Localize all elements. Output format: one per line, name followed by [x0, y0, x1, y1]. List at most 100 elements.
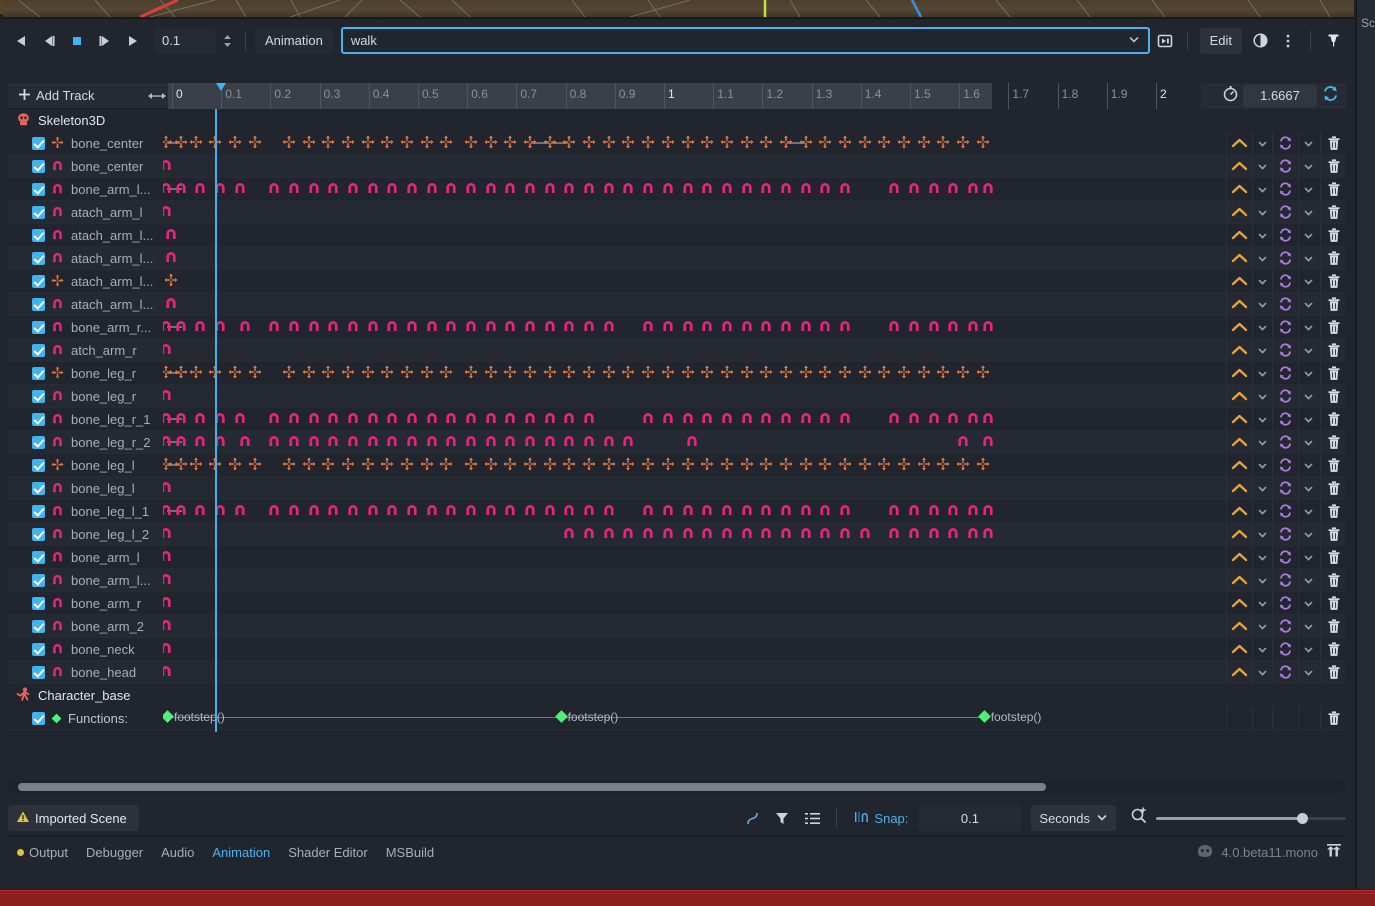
keyframe[interactable]: [287, 411, 303, 427]
trash-icon[interactable]: [1320, 362, 1346, 384]
trash-icon[interactable]: [1320, 224, 1346, 246]
play-backwards-button[interactable]: [8, 28, 34, 54]
track-enabled-checkbox[interactable]: [32, 320, 45, 334]
interpolation-dropdown-chevron-down-icon[interactable]: [1252, 431, 1272, 453]
track-name-cell[interactable]: bone_arm_2: [8, 615, 163, 637]
track-name-cell[interactable]: atach_arm_l...: [8, 224, 163, 246]
keyframe[interactable]: [740, 319, 756, 335]
keyframe[interactable]: [163, 664, 175, 680]
keyframe[interactable]: [759, 526, 775, 542]
keyframe[interactable]: [302, 135, 318, 151]
keyframe[interactable]: [361, 365, 377, 381]
keyframe[interactable]: [887, 181, 903, 197]
keyframe[interactable]: [927, 526, 943, 542]
keyframe[interactable]: [307, 181, 323, 197]
track-keyframe-lane[interactable]: [163, 362, 1226, 384]
track-row[interactable]: bone_center: [8, 155, 1346, 178]
keyframe[interactable]: [956, 135, 972, 151]
keyframe[interactable]: [602, 181, 618, 197]
keyframe[interactable]: [464, 365, 480, 381]
right-dock-panel[interactable]: Sc: [1356, 0, 1375, 889]
trash-icon[interactable]: [1320, 293, 1346, 315]
keyframe[interactable]: [484, 181, 500, 197]
keyframe[interactable]: [981, 181, 997, 197]
interpolation-dropdown-chevron-down-icon[interactable]: [1252, 270, 1272, 292]
keyframe[interactable]: [976, 365, 992, 381]
track-name-cell[interactable]: bone_leg_l_1: [8, 500, 163, 522]
keyframe[interactable]: [267, 434, 283, 450]
keyframe[interactable]: [385, 503, 401, 519]
track-keyframe-lane[interactable]: [163, 132, 1226, 154]
keyframe[interactable]: [661, 181, 677, 197]
track-keyframe-lane[interactable]: [163, 339, 1226, 361]
track-keyframe-lane[interactable]: [163, 316, 1226, 338]
track-keyframe-lane[interactable]: [163, 431, 1226, 453]
keyframe[interactable]: [164, 273, 180, 289]
keyframe[interactable]: [366, 319, 382, 335]
interpolation-linear-icon[interactable]: [1226, 293, 1252, 315]
keyframe[interactable]: [380, 365, 396, 381]
keyframe[interactable]: [779, 457, 795, 473]
track-row[interactable]: bone_leg_l_2: [8, 523, 1346, 546]
keyframe[interactable]: [602, 457, 618, 473]
track-enabled-checkbox[interactable]: [32, 481, 45, 495]
keyframe[interactable]: [602, 434, 618, 450]
loop-wrap-icon[interactable]: [1272, 339, 1298, 361]
keyframe[interactable]: [405, 503, 421, 519]
keyframe[interactable]: [946, 503, 962, 519]
keyframe[interactable]: [818, 503, 834, 519]
loop-wrap-dropdown-chevron-down-icon[interactable]: [1298, 523, 1318, 545]
trash-icon[interactable]: [1320, 546, 1346, 568]
keyframe[interactable]: [621, 434, 637, 450]
expand-bottom-panel-icon[interactable]: [1326, 843, 1342, 861]
loop-wrap-dropdown-chevron-down-icon[interactable]: [1298, 224, 1318, 246]
keyframe[interactable]: [444, 319, 460, 335]
keyframe[interactable]: [282, 365, 298, 381]
keyframe[interactable]: [818, 411, 834, 427]
keyframe[interactable]: [233, 503, 249, 519]
interpolation-dropdown-chevron-down-icon[interactable]: [1252, 661, 1272, 683]
keyframe[interactable]: [720, 181, 736, 197]
interpolation-dropdown-chevron-down-icon[interactable]: [1252, 201, 1272, 223]
keyframe[interactable]: [321, 135, 337, 151]
track-name-cell[interactable]: bone_arm_l...: [8, 178, 163, 200]
track-enabled-checkbox[interactable]: [32, 619, 45, 633]
track-enabled-checkbox[interactable]: [32, 596, 45, 610]
keyframe[interactable]: [484, 135, 500, 151]
keyframe[interactable]: [302, 365, 318, 381]
keyframe[interactable]: [641, 181, 657, 197]
track-enabled-checkbox[interactable]: [32, 711, 45, 725]
loop-wrap-dropdown-chevron-down-icon[interactable]: [1298, 569, 1318, 591]
loop-wrap-dropdown-chevron-down-icon[interactable]: [1298, 201, 1318, 223]
keyframe[interactable]: [779, 526, 795, 542]
interpolation-dropdown-chevron-down-icon[interactable]: [1252, 178, 1272, 200]
trash-icon[interactable]: [1320, 523, 1346, 545]
interpolation-linear-icon[interactable]: [1226, 500, 1252, 522]
keyframe[interactable]: [193, 434, 209, 450]
interpolation-linear-icon[interactable]: [1226, 523, 1252, 545]
keyframe[interactable]: [484, 503, 500, 519]
track-row[interactable]: bone_arm_l...: [8, 569, 1346, 592]
current-time-stepper[interactable]: [218, 28, 236, 54]
trash-icon[interactable]: [1320, 454, 1346, 476]
keyframe[interactable]: [464, 319, 480, 335]
keyframe[interactable]: [321, 365, 337, 381]
keyframe[interactable]: [164, 227, 180, 243]
loop-wrap-dropdown-chevron-down-icon[interactable]: [1298, 477, 1318, 499]
loop-wrap-icon[interactable]: [1272, 178, 1298, 200]
keyframe[interactable]: [208, 135, 224, 151]
keyframe[interactable]: [621, 526, 637, 542]
keyframe[interactable]: [444, 411, 460, 427]
keyframe[interactable]: [439, 457, 455, 473]
track-enabled-checkbox[interactable]: [32, 665, 45, 679]
track-name-cell[interactable]: bone_neck: [8, 638, 163, 660]
keyframe[interactable]: [838, 526, 854, 542]
keyframe[interactable]: [228, 457, 244, 473]
track-row[interactable]: bone_leg_l: [8, 477, 1346, 500]
keyframe[interactable]: [582, 434, 598, 450]
interpolation-linear-icon[interactable]: [1226, 362, 1252, 384]
keyframe[interactable]: [927, 319, 943, 335]
track-name-cell[interactable]: bone_center: [8, 155, 163, 177]
interpolation-linear-icon[interactable]: [1226, 178, 1252, 200]
interpolation-dropdown-chevron-down-icon[interactable]: [1252, 224, 1272, 246]
